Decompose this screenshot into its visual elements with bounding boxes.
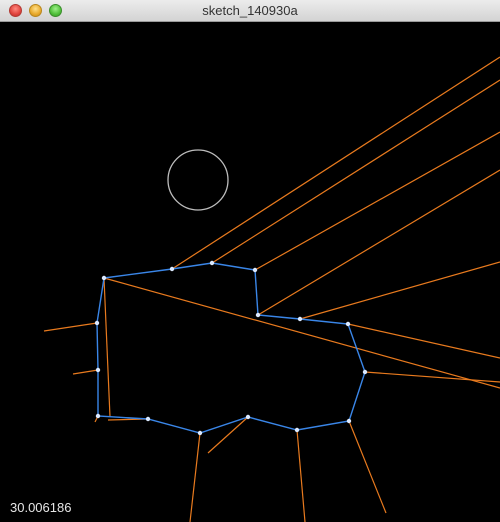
- ray-line: [207, 416, 249, 454]
- ray-line: [348, 420, 387, 514]
- ray-line: [257, 169, 500, 316]
- vertex-point[interactable]: [362, 369, 368, 375]
- ray-line: [296, 429, 306, 522]
- ray-line: [103, 277, 111, 418]
- ray-line: [189, 432, 201, 522]
- ray-line: [347, 323, 500, 359]
- ray-line: [364, 371, 500, 383]
- app-window: sketch_140930a 30.006186: [0, 0, 500, 522]
- vertex-point[interactable]: [95, 367, 101, 373]
- ray-line: [211, 79, 500, 264]
- vertex-point[interactable]: [197, 430, 203, 436]
- ray-line: [103, 277, 500, 389]
- light-source-circle[interactable]: [167, 149, 229, 211]
- vertex-point[interactable]: [145, 416, 151, 422]
- ray-line: [43, 322, 98, 332]
- title-bar[interactable]: sketch_140930a: [0, 0, 500, 22]
- window-title: sketch_140930a: [202, 3, 298, 18]
- vertex-point[interactable]: [294, 427, 300, 433]
- vertex-point[interactable]: [169, 266, 175, 272]
- polygon-outline: [96, 262, 366, 434]
- ray-line: [171, 56, 500, 270]
- vertex-point[interactable]: [345, 321, 351, 327]
- ray-line: [72, 369, 99, 375]
- vertex-point[interactable]: [209, 260, 215, 266]
- ray-line: [299, 261, 500, 320]
- sketch-drawing: [43, 56, 500, 522]
- frame-rate-readout: 30.006186: [10, 500, 72, 515]
- vertex-point[interactable]: [95, 413, 101, 419]
- vertex-point[interactable]: [245, 414, 251, 420]
- ray-group: [43, 56, 500, 522]
- vertex-point[interactable]: [255, 312, 261, 318]
- vertex-point[interactable]: [346, 418, 352, 424]
- vertex-point[interactable]: [94, 320, 100, 326]
- vertex-point[interactable]: [101, 275, 107, 281]
- sketch-canvas[interactable]: 30.006186: [0, 22, 500, 522]
- vertex-point[interactable]: [297, 316, 303, 322]
- ray-line: [254, 131, 500, 271]
- vertex-point[interactable]: [252, 267, 258, 273]
